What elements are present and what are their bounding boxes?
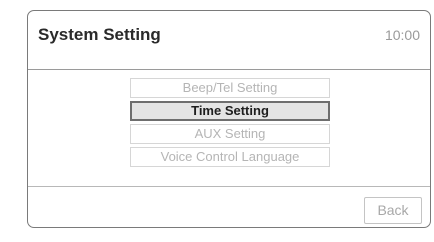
system-setting-screen: System Setting 10:00 Beep/Tel Setting Ti… [27, 10, 431, 228]
footer-divider [28, 186, 430, 187]
settings-menu: Beep/Tel Setting Time Setting AUX Settin… [130, 78, 330, 170]
menu-item-aux-setting[interactable]: AUX Setting [130, 124, 330, 144]
menu-item-voice-control-language[interactable]: Voice Control Language [130, 147, 330, 167]
back-button[interactable]: Back [364, 197, 422, 224]
menu-item-time-setting[interactable]: Time Setting [130, 101, 330, 121]
page-title: System Setting [38, 25, 161, 44]
menu-item-beep-tel-setting[interactable]: Beep/Tel Setting [130, 78, 330, 98]
clock-display: 10:00 [384, 27, 420, 43]
header-bar: System Setting 10:00 [28, 11, 430, 70]
